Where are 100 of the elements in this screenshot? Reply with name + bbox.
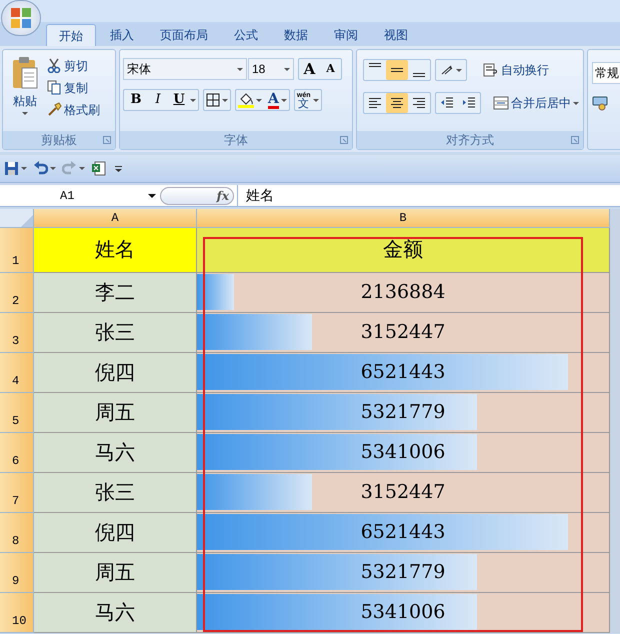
- caret-icon: [237, 68, 243, 70]
- bold-button[interactable]: B: [126, 91, 146, 109]
- copy-button[interactable]: 复制: [47, 78, 102, 97]
- table-cell: 李二: [34, 273, 197, 313]
- ribbon-tab[interactable]: 公式: [222, 24, 270, 46]
- row-header[interactable]: 1: [0, 228, 34, 273]
- align-lines-icon: [369, 98, 381, 108]
- cell-value: 5321779: [360, 560, 446, 586]
- row-header[interactable]: 3: [0, 313, 34, 353]
- corner-triangle-icon: [21, 215, 33, 227]
- column-header[interactable]: B: [197, 209, 610, 228]
- grow-font-button[interactable]: A: [299, 59, 320, 79]
- italic-button[interactable]: I: [148, 91, 168, 109]
- caret-icon: [21, 167, 27, 170]
- caret-icon: [50, 167, 56, 170]
- paint-bucket-icon: [238, 92, 254, 108]
- align-lines-icon: [369, 63, 381, 67]
- align-lines-icon: [391, 98, 403, 108]
- office-button[interactable]: [1, 0, 41, 36]
- merge-cells-icon: [493, 96, 509, 110]
- money-icon: [592, 95, 610, 111]
- table-cell: 周五: [34, 393, 197, 433]
- caret-icon: [284, 68, 290, 70]
- caret-icon: [222, 98, 228, 102]
- row-header[interactable]: 8: [0, 513, 34, 553]
- dropdown-arrow-icon: [148, 194, 156, 198]
- column-header[interactable]: A: [34, 209, 197, 228]
- ribbon-tab[interactable]: 数据: [272, 24, 320, 46]
- caret-icon: [22, 112, 28, 115]
- cell-value: 5321779: [360, 400, 446, 426]
- caret-icon: [79, 167, 85, 170]
- dropdown-arrow-icon: [114, 166, 122, 172]
- cell-value: 5341006: [360, 600, 446, 626]
- ribbon-tab[interactable]: 视图: [372, 24, 420, 46]
- cut-button[interactable]: 剪切: [47, 56, 102, 75]
- slanted-text-icon: [440, 64, 454, 76]
- vertical-align-button[interactable]: [386, 60, 408, 80]
- cell-value: 3152447: [360, 320, 446, 346]
- indent-icon: [440, 97, 454, 109]
- table-cell: 张三: [34, 313, 197, 353]
- group-title: 对齐方式: [446, 132, 494, 149]
- ribbon-tab[interactable]: 插入: [98, 24, 146, 46]
- cell-value: 3152447: [360, 480, 446, 506]
- group-title: 字体: [224, 132, 248, 149]
- row-header[interactable]: 10: [0, 593, 34, 633]
- align-lines-icon: [391, 68, 403, 72]
- group-title: 剪贴板: [41, 132, 77, 149]
- formula-input[interactable]: 姓名: [237, 185, 620, 206]
- row-header[interactable]: 2: [0, 273, 34, 313]
- caret-icon: [456, 68, 462, 72]
- font-size-field[interactable]: 18: [248, 58, 294, 80]
- table-cell: 马六: [34, 433, 197, 473]
- table-cell: 张三: [34, 473, 197, 513]
- row-header[interactable]: 5: [0, 393, 34, 433]
- fill-color-button[interactable]: [238, 91, 262, 109]
- scissors-icon: [47, 58, 62, 73]
- wrap-text-icon: [483, 63, 499, 77]
- align-lines-icon: [413, 98, 425, 108]
- row-header[interactable]: 7: [0, 473, 34, 513]
- table-cell: 姓名: [34, 228, 197, 273]
- borders-icon: [206, 93, 220, 107]
- name-box[interactable]: A1: [0, 185, 160, 206]
- caret-icon: [256, 98, 262, 102]
- cell-value: 6521443: [360, 520, 446, 546]
- table-cell: 马六: [34, 593, 197, 633]
- caret-icon: [190, 98, 196, 102]
- horizontal-align-button[interactable]: [386, 93, 408, 113]
- indent-icon: [462, 97, 476, 109]
- redo-arrow-icon: [62, 161, 77, 176]
- format-painter-button[interactable]: 格式刷: [47, 100, 102, 119]
- paste-button[interactable]: 粘贴: [7, 54, 43, 131]
- undo-arrow-icon: [33, 161, 48, 176]
- office-logo-icon: [10, 7, 32, 29]
- underline-button[interactable]: U: [170, 91, 188, 109]
- copy-icon: [47, 80, 62, 95]
- row-header[interactable]: 4: [0, 353, 34, 393]
- row-header[interactable]: 9: [0, 553, 34, 593]
- caret-icon: [312, 98, 318, 102]
- ribbon-tab[interactable]: 审阅: [322, 24, 370, 46]
- caret-icon: [573, 102, 579, 104]
- align-lines-icon: [413, 73, 425, 77]
- table-cell: 金额: [197, 228, 610, 273]
- table-cell: 周五: [34, 553, 197, 593]
- ribbon-tab[interactable]: 页面布局: [148, 24, 220, 46]
- cell-value: 2136884: [360, 280, 446, 306]
- clipboard-icon: [11, 56, 39, 90]
- insert-function-button[interactable]: fx: [216, 188, 229, 204]
- merge-center-button[interactable]: 合并后居中: [493, 93, 579, 113]
- ribbon-tab[interactable]: 开始: [46, 24, 96, 46]
- spreadsheet-icon: [91, 161, 106, 176]
- table-cell: 倪四: [34, 353, 197, 393]
- row-header[interactable]: 6: [0, 433, 34, 473]
- font-color-button[interactable]: A: [268, 91, 287, 109]
- shrink-font-button[interactable]: A: [320, 59, 341, 79]
- excel-button[interactable]: [91, 158, 106, 178]
- cell-value: 5341006: [360, 440, 446, 466]
- font-name-field[interactable]: 宋体: [123, 58, 247, 80]
- number-format-field[interactable]: 常规: [592, 62, 620, 84]
- table-cell: 倪四: [34, 513, 197, 553]
- wrap-text-button[interactable]: 自动换行: [483, 60, 549, 80]
